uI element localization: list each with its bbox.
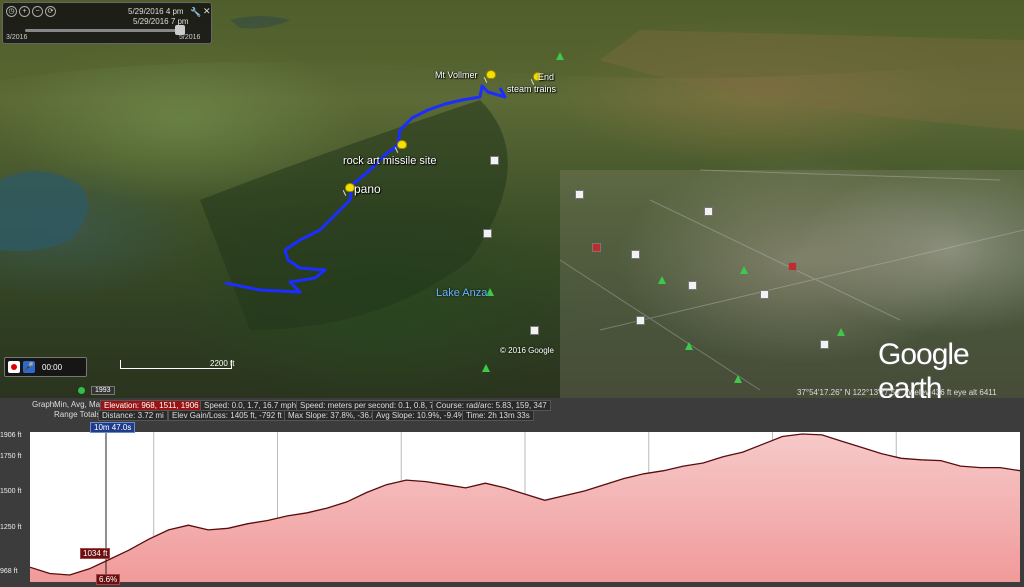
zoom-in-icon[interactable]: +	[19, 6, 30, 17]
scale-bar-label: 2200 ft	[210, 359, 235, 368]
elevation-graph[interactable]	[30, 432, 1020, 582]
poi-marker[interactable]	[592, 243, 601, 252]
y-tick-label: 1500 ft	[0, 488, 22, 495]
map-copyright: © 2016 Google	[500, 346, 554, 355]
elevation-profile-panel: Graph: Min, Avg, Max Elevation: 968, 151…	[0, 398, 1024, 587]
y-tick-label: 1750 ft	[0, 453, 22, 460]
cursor-slope-label: 6.6%	[96, 574, 121, 585]
poi-marker[interactable]	[688, 281, 697, 290]
clock-icon[interactable]: ◷	[6, 6, 17, 17]
slider-date-top: 5/29/2016 4 pm	[128, 7, 184, 16]
earth-3d-view[interactable]: Mt Vollmer End steam trains rock art mis…	[0, 0, 1024, 398]
poi-marker[interactable]	[490, 156, 499, 165]
time-stat: Time: 2h 13m 33s	[462, 410, 534, 421]
historical-imagery-slider: ◷ + − ⟳ 5/29/2016 4 pm 5/29/2016 7 pm 3/…	[2, 2, 212, 44]
avg-slope-stat: Avg Slope: 10.9%, -9.4%	[372, 410, 469, 421]
park-tree-icon[interactable]	[482, 364, 490, 372]
cursor-time-label: 10m 47.0s	[90, 422, 136, 433]
poi-marker[interactable]	[530, 326, 539, 335]
park-tree-icon[interactable]	[685, 342, 693, 350]
range-totals-label: Range Totals:	[54, 410, 103, 419]
y-tick-label: 1906 ft	[0, 432, 22, 439]
park-tree-icon[interactable]	[734, 375, 742, 383]
poi-marker[interactable]	[788, 262, 797, 271]
placemark-end-label[interactable]: End	[538, 72, 554, 82]
poi-marker[interactable]	[704, 207, 713, 216]
elev-gain-stat: Elev Gain/Loss: 1405 ft, -792 ft	[168, 410, 286, 421]
y-tick-label: 1250 ft	[0, 524, 22, 531]
park-tree-icon[interactable]	[740, 266, 748, 274]
poi-marker[interactable]	[483, 229, 492, 238]
terrain-layer	[0, 0, 1024, 398]
animate-icon[interactable]: ⟳	[45, 6, 56, 17]
imagery-year-badge: 1993	[78, 386, 115, 396]
slider-range-end: 5/2016	[179, 34, 201, 41]
poi-marker[interactable]	[760, 290, 769, 299]
profile-stats-row-1: Graph: Min, Avg, Max Elevation: 968, 151…	[0, 400, 1024, 411]
close-icon[interactable]: ✕	[203, 6, 211, 17]
slider-range-start: 3/2016	[6, 34, 28, 41]
tour-time: 00:00	[42, 362, 63, 372]
y-tick-label: 968 ft	[0, 568, 18, 575]
microphone-icon[interactable]: 🎤	[23, 361, 35, 373]
poi-marker[interactable]	[636, 316, 645, 325]
tour-recorder: 🎤 00:00	[4, 357, 87, 377]
placemark-steam-trains-label[interactable]: steam trains	[507, 84, 556, 94]
poi-marker[interactable]	[631, 250, 640, 259]
placemark-pano-pin[interactable]	[344, 183, 355, 195]
placemark-mt-vollmer-pin[interactable]	[485, 70, 496, 82]
cursor-elevation-label: 1034 ft	[80, 548, 111, 559]
park-tree-icon[interactable]	[556, 52, 564, 60]
graph-label: Graph:	[32, 400, 57, 409]
time-slider-track[interactable]	[25, 29, 185, 32]
placemark-rock-art-label[interactable]: rock art missile site	[343, 155, 437, 167]
profile-stats-row-2: Range Totals: Distance: 3.72 mi Elev Gai…	[0, 410, 1024, 421]
poi-marker[interactable]	[575, 190, 584, 199]
zoom-out-icon[interactable]: −	[32, 6, 43, 17]
record-button[interactable]	[8, 361, 20, 373]
placemark-mt-vollmer-label[interactable]: Mt Vollmer	[435, 70, 478, 80]
poi-marker[interactable]	[820, 340, 829, 349]
graph-modes[interactable]: Min, Avg, Max	[54, 400, 104, 409]
coordinates-status: 37°54'17.26" N 122°13'27.50" W elev 436 …	[797, 388, 997, 397]
distance-stat: Distance: 3.72 mi	[98, 410, 168, 421]
wrench-icon[interactable]: 🔧	[190, 7, 201, 18]
imagery-year: 1993	[91, 386, 115, 396]
park-tree-icon[interactable]	[837, 328, 845, 336]
lake-anza-label[interactable]: Lake Anza	[436, 287, 487, 299]
placemark-pano-label[interactable]: pano	[354, 182, 381, 196]
placemark-rock-art-pin[interactable]	[396, 140, 407, 152]
imagery-indicator-icon	[78, 387, 85, 394]
park-tree-icon[interactable]	[658, 276, 666, 284]
elevation-graph-svg[interactable]	[30, 432, 1020, 582]
